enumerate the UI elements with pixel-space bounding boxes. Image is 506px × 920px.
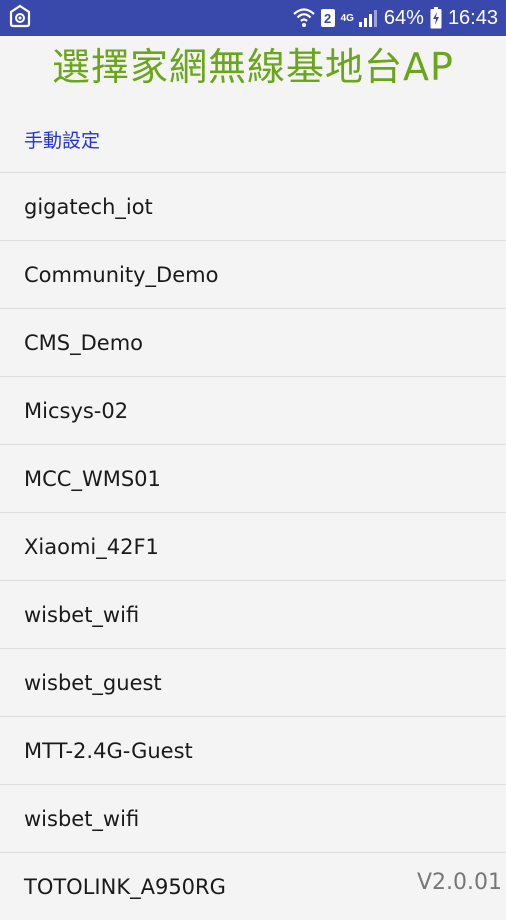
network-item[interactable]: Community_Demo	[0, 240, 506, 308]
manual-setup-link[interactable]: 手動設定	[24, 124, 100, 158]
network-item[interactable]: wisbet_wifi	[0, 580, 506, 648]
status-right: 2 4G 64% 16:43	[292, 6, 498, 30]
sim-icon: 2	[320, 9, 335, 27]
battery-charging-icon	[430, 7, 442, 29]
network-list: gigatech_iot Community_Demo CMS_Demo Mic…	[0, 172, 506, 920]
notification-app-icon	[8, 4, 32, 33]
clock: 16:43	[447, 6, 498, 29]
page-title: 選擇家網無線基地台AP	[52, 45, 454, 89]
network-item[interactable]: wisbet_guest	[0, 648, 506, 716]
network-type-label: 4G	[340, 12, 354, 24]
network-item[interactable]: Xiaomi_42F1	[0, 512, 506, 580]
network-item[interactable]: CMS_Demo	[0, 308, 506, 376]
network-item[interactable]: wisbet_wifi	[0, 784, 506, 852]
battery-percent: 64%	[383, 6, 424, 29]
wifi-icon	[292, 8, 315, 28]
status-left	[8, 4, 32, 33]
network-item[interactable]: gigatech_iot	[0, 172, 506, 240]
signal-icon	[358, 8, 378, 28]
network-item[interactable]: MCC_WMS01	[0, 444, 506, 512]
status-bar: 2 4G 64% 16:43	[0, 0, 506, 36]
network-item[interactable]: Micsys-02	[0, 376, 506, 444]
version-label: V2.0.01	[416, 870, 502, 895]
network-item[interactable]: MTT-2.4G-Guest	[0, 716, 506, 784]
